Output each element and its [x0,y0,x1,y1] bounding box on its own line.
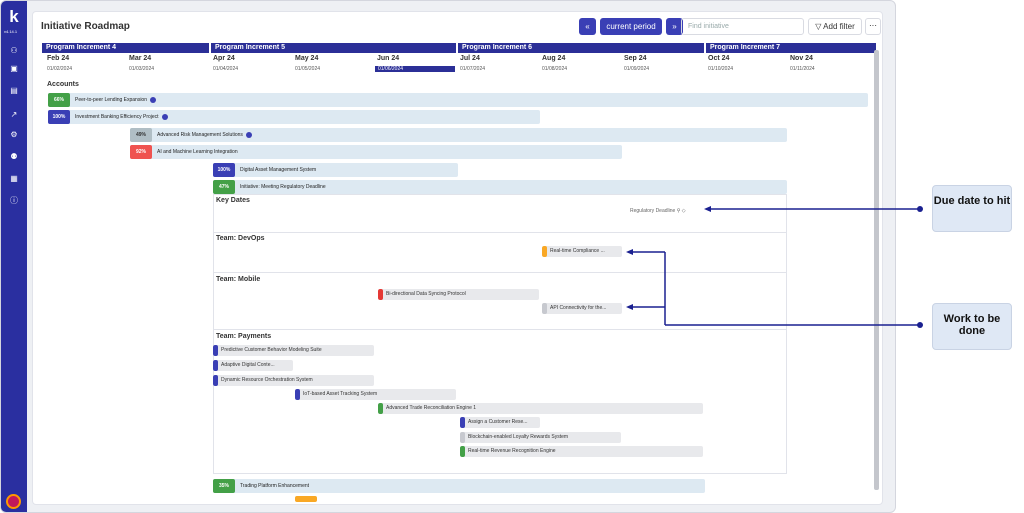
callout-work: Work to be done [932,303,1012,350]
callout-dot [917,322,923,328]
annotation-arrows [626,206,920,326]
callout-due-date: Due date to hit [932,185,1012,232]
callout-dot [917,206,923,212]
